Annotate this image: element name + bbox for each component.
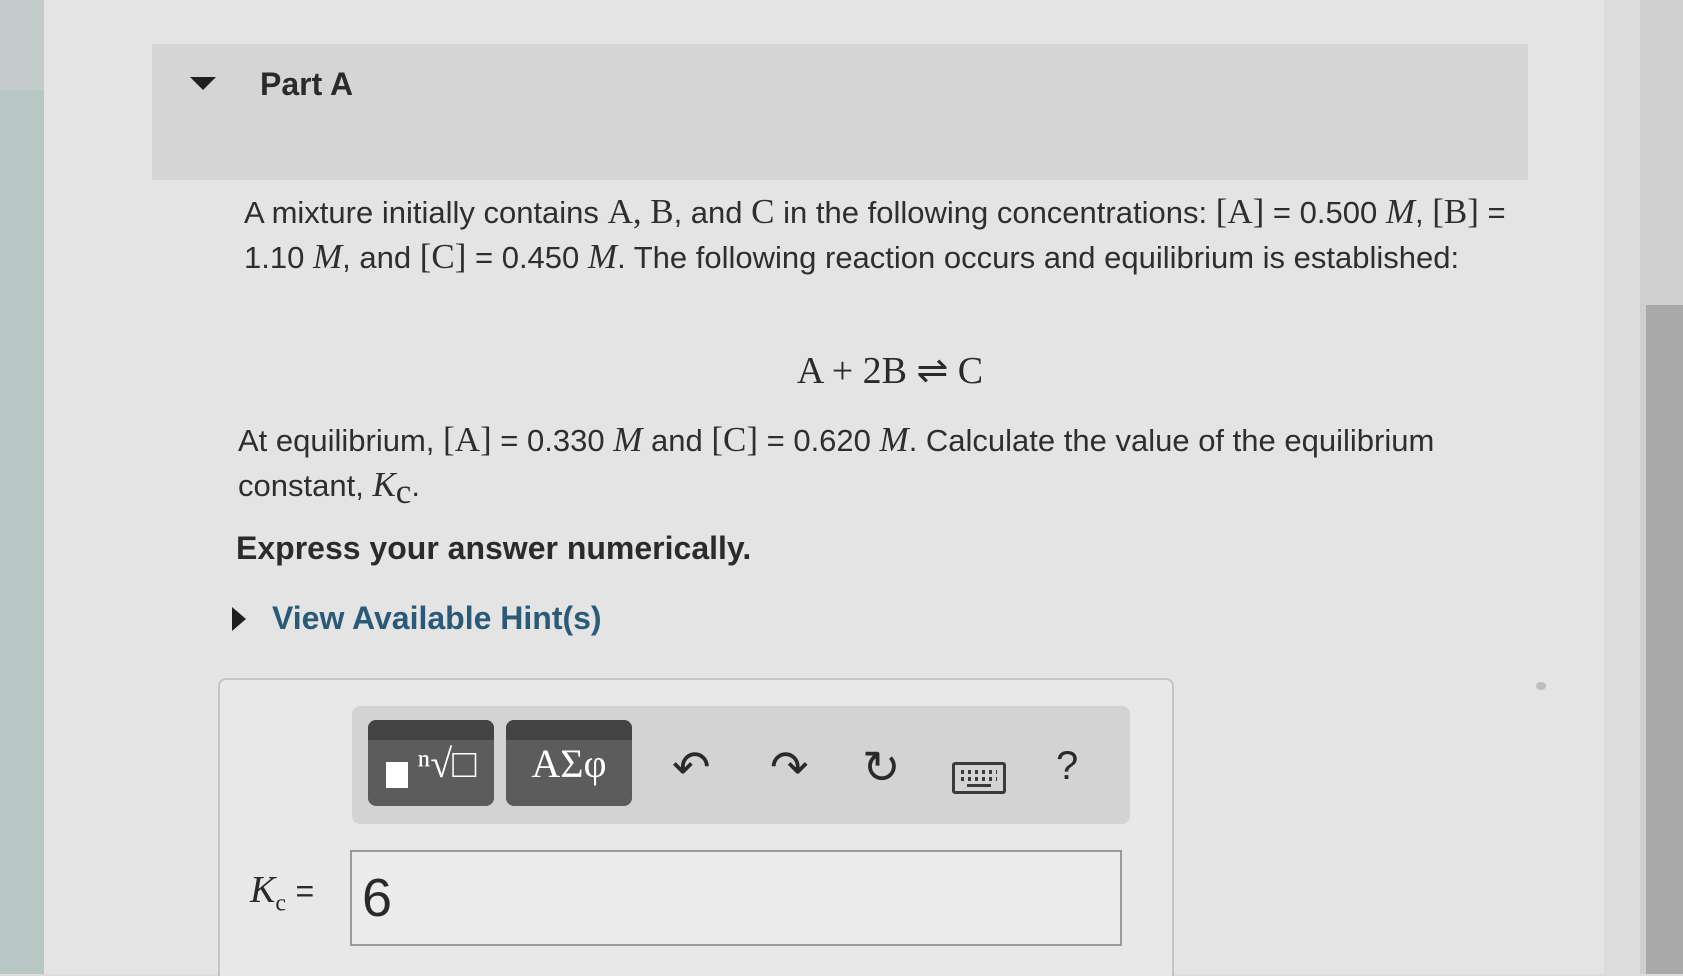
expand-caret-icon <box>232 606 246 631</box>
answer-input[interactable]: 6 <box>350 850 1122 946</box>
radical-icon: ⁿ√□ <box>417 740 477 786</box>
collapse-caret-icon[interactable] <box>190 77 216 90</box>
keyboard-icon[interactable] <box>952 762 1006 794</box>
help-button[interactable]: ? <box>1056 744 1078 789</box>
problem-statement: A mixture initially contains A, B, and C… <box>244 192 1506 276</box>
hints-link[interactable]: View Available Hint(s) <box>272 600 602 637</box>
reaction-equation: A + 2B ⇌ C <box>796 350 984 392</box>
screen-speck <box>1536 682 1546 690</box>
equilibrium-statement: At equilibrium, [A] = 0.330 M and [C] = … <box>238 420 1435 512</box>
templates-button[interactable]: ⁿ√□ <box>368 720 494 806</box>
reset-icon[interactable]: ↻ <box>862 740 901 794</box>
redo-icon[interactable]: ↷ <box>770 740 809 794</box>
hints-toggle[interactable]: View Available Hint(s) <box>232 600 602 637</box>
part-header[interactable] <box>152 44 1528 180</box>
part-title: Part A <box>260 66 354 102</box>
symbols-button[interactable]: ΑΣφ <box>506 720 632 806</box>
undo-icon[interactable]: ↶ <box>672 740 711 794</box>
template-square-icon <box>385 762 408 788</box>
answer-label: Kc = <box>250 869 315 917</box>
answer-instruction: Express your answer numerically. <box>236 530 752 566</box>
scrollbar[interactable] <box>1646 305 1683 974</box>
